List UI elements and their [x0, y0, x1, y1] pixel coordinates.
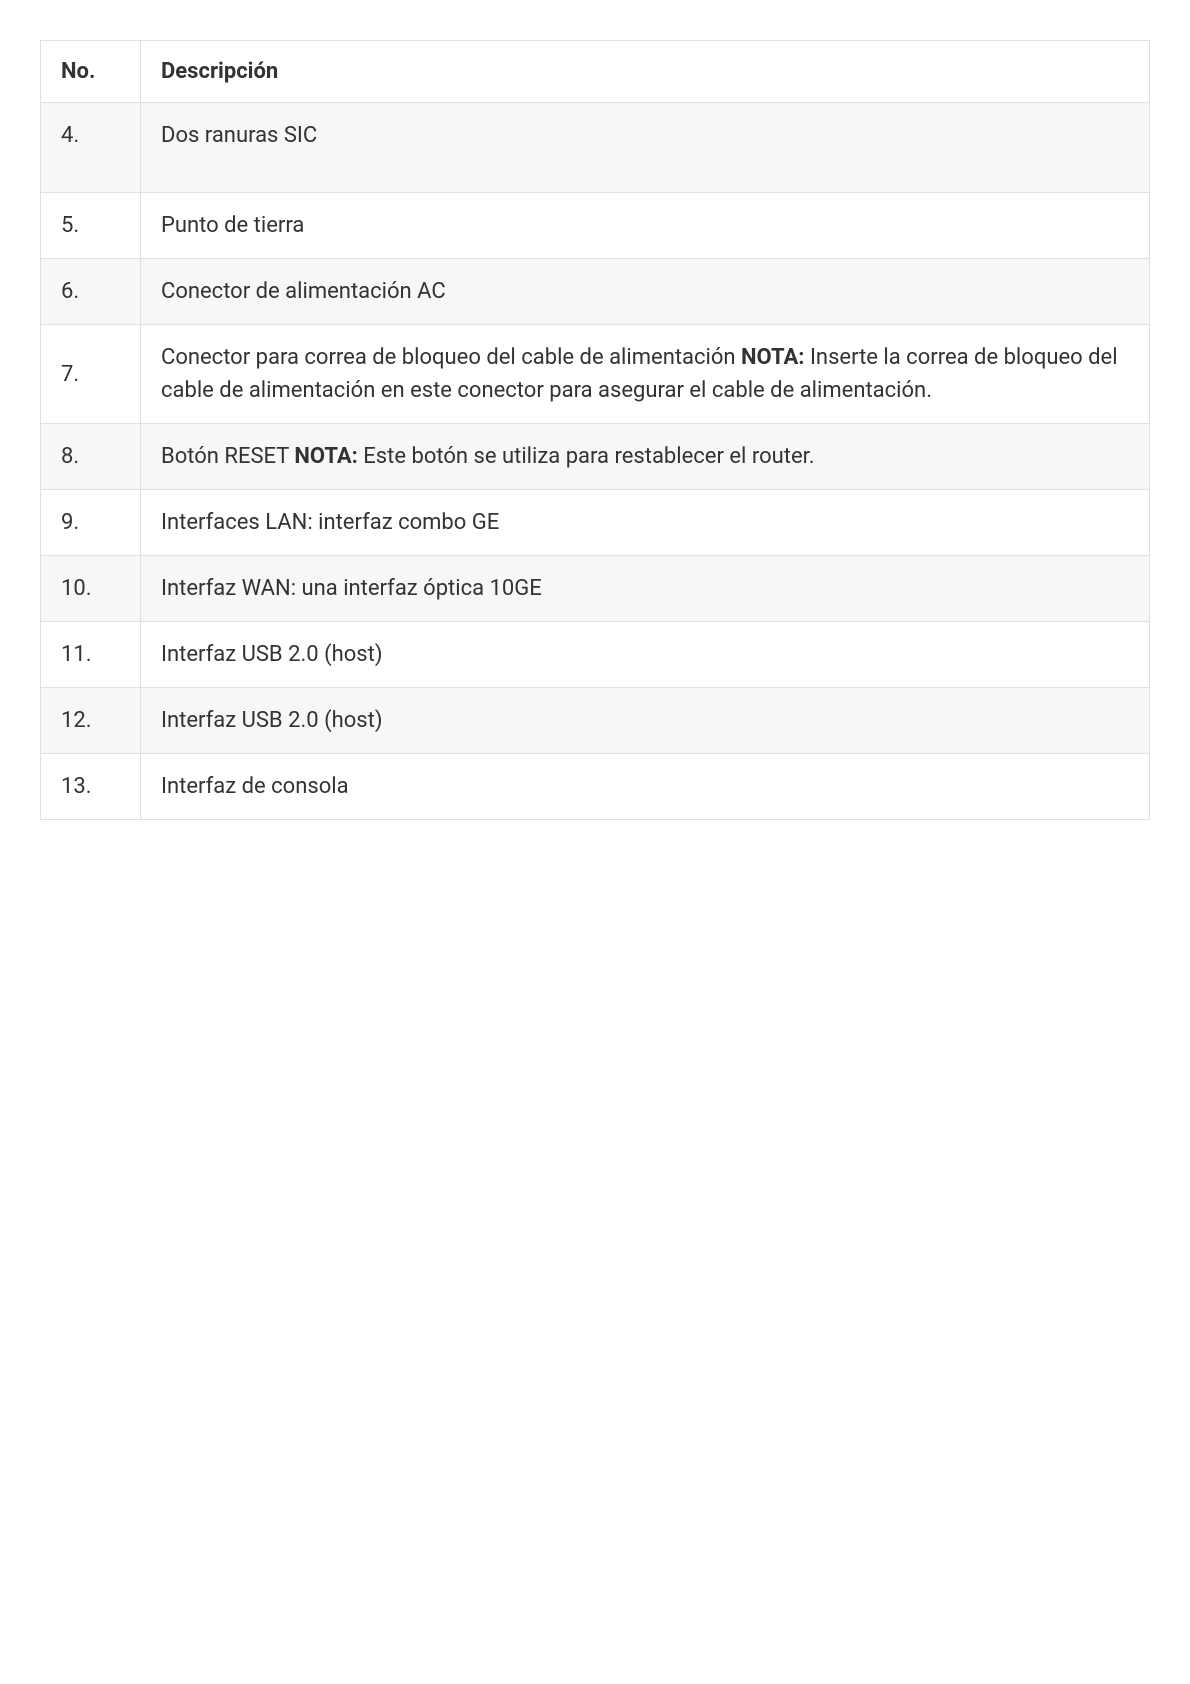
table-row: 7. Conector para correa de bloqueo del ca… — [41, 325, 1150, 424]
cell-no: 5. — [41, 193, 141, 259]
note-label: NOTA: — [294, 444, 357, 469]
cell-no: 4. — [41, 103, 141, 193]
cell-desc: Conector de alimentación AC — [141, 259, 1150, 325]
desc-text: Interfaz USB 2.0 (host) — [161, 642, 382, 667]
table-row: 10. Interfaz WAN: una interfaz óptica 10G… — [41, 556, 1150, 622]
table-row: 13. Interfaz de consola — [41, 754, 1150, 820]
cell-no: 12. — [41, 688, 141, 754]
desc-text: Interfaz USB 2.0 (host) — [161, 708, 382, 733]
cell-no: 11. — [41, 622, 141, 688]
table-row: 9. Interfaces LAN: interfaz combo GE — [41, 490, 1150, 556]
cell-desc: Botón RESET NOTA: Este botón se utiliza … — [141, 424, 1150, 490]
table-row: 12. Interfaz USB 2.0 (host) — [41, 688, 1150, 754]
cell-desc: Interfaz WAN: una interfaz óptica 10GE — [141, 556, 1150, 622]
note-label: NOTA: — [741, 345, 804, 370]
desc-text: Botón RESET — [161, 444, 294, 469]
cell-no: 13. — [41, 754, 141, 820]
table-body: 4. Dos ranuras SIC 5. Punto de tierra 6. Cone… — [41, 103, 1150, 820]
cell-no: 8. — [41, 424, 141, 490]
cell-no: 9. — [41, 490, 141, 556]
table-row: 5. Punto de tierra — [41, 193, 1150, 259]
desc-text: Punto de tierra — [161, 213, 304, 238]
cell-desc: Interfaz USB 2.0 (host) — [141, 688, 1150, 754]
table-row: 4. Dos ranuras SIC — [41, 103, 1150, 193]
cell-desc: Interfaces LAN: interfaz combo GE — [141, 490, 1150, 556]
desc-text: Conector de alimentación AC — [161, 279, 446, 304]
cell-desc: Punto de tierra — [141, 193, 1150, 259]
table-row: 8.Botón RESET NOTA: Este botón se utiliz… — [41, 424, 1150, 490]
desc-text: Dos ranuras SIC — [161, 123, 317, 148]
cell-no: 6. — [41, 259, 141, 325]
desc-text: Conector para correa de bloqueo del cabl… — [161, 345, 741, 370]
cell-no: 10. — [41, 556, 141, 622]
desc-text: Interfaz de consola — [161, 774, 349, 799]
description-table: No. Descripción 4. Dos ranuras SIC 5. Punto… — [40, 40, 1150, 820]
table-header-row: No. Descripción — [41, 41, 1150, 103]
desc-text: Interfaces LAN: interfaz combo GE — [161, 510, 499, 535]
cell-no: 7. — [41, 325, 141, 424]
table-row: 6. Conector de alimentación AC — [41, 259, 1150, 325]
cell-desc: Dos ranuras SIC — [141, 103, 1150, 193]
desc-text: Interfaz WAN: una interfaz óptica 10GE — [161, 576, 542, 601]
header-desc: Descripción — [141, 41, 1150, 103]
desc-text: Este botón se utiliza para restablecer e… — [358, 444, 815, 469]
table-row: 11. Interfaz USB 2.0 (host) — [41, 622, 1150, 688]
cell-desc: Conector para correa de bloqueo del cabl… — [141, 325, 1150, 424]
header-no: No. — [41, 41, 141, 103]
cell-desc: Interfaz USB 2.0 (host) — [141, 622, 1150, 688]
cell-desc: Interfaz de consola — [141, 754, 1150, 820]
